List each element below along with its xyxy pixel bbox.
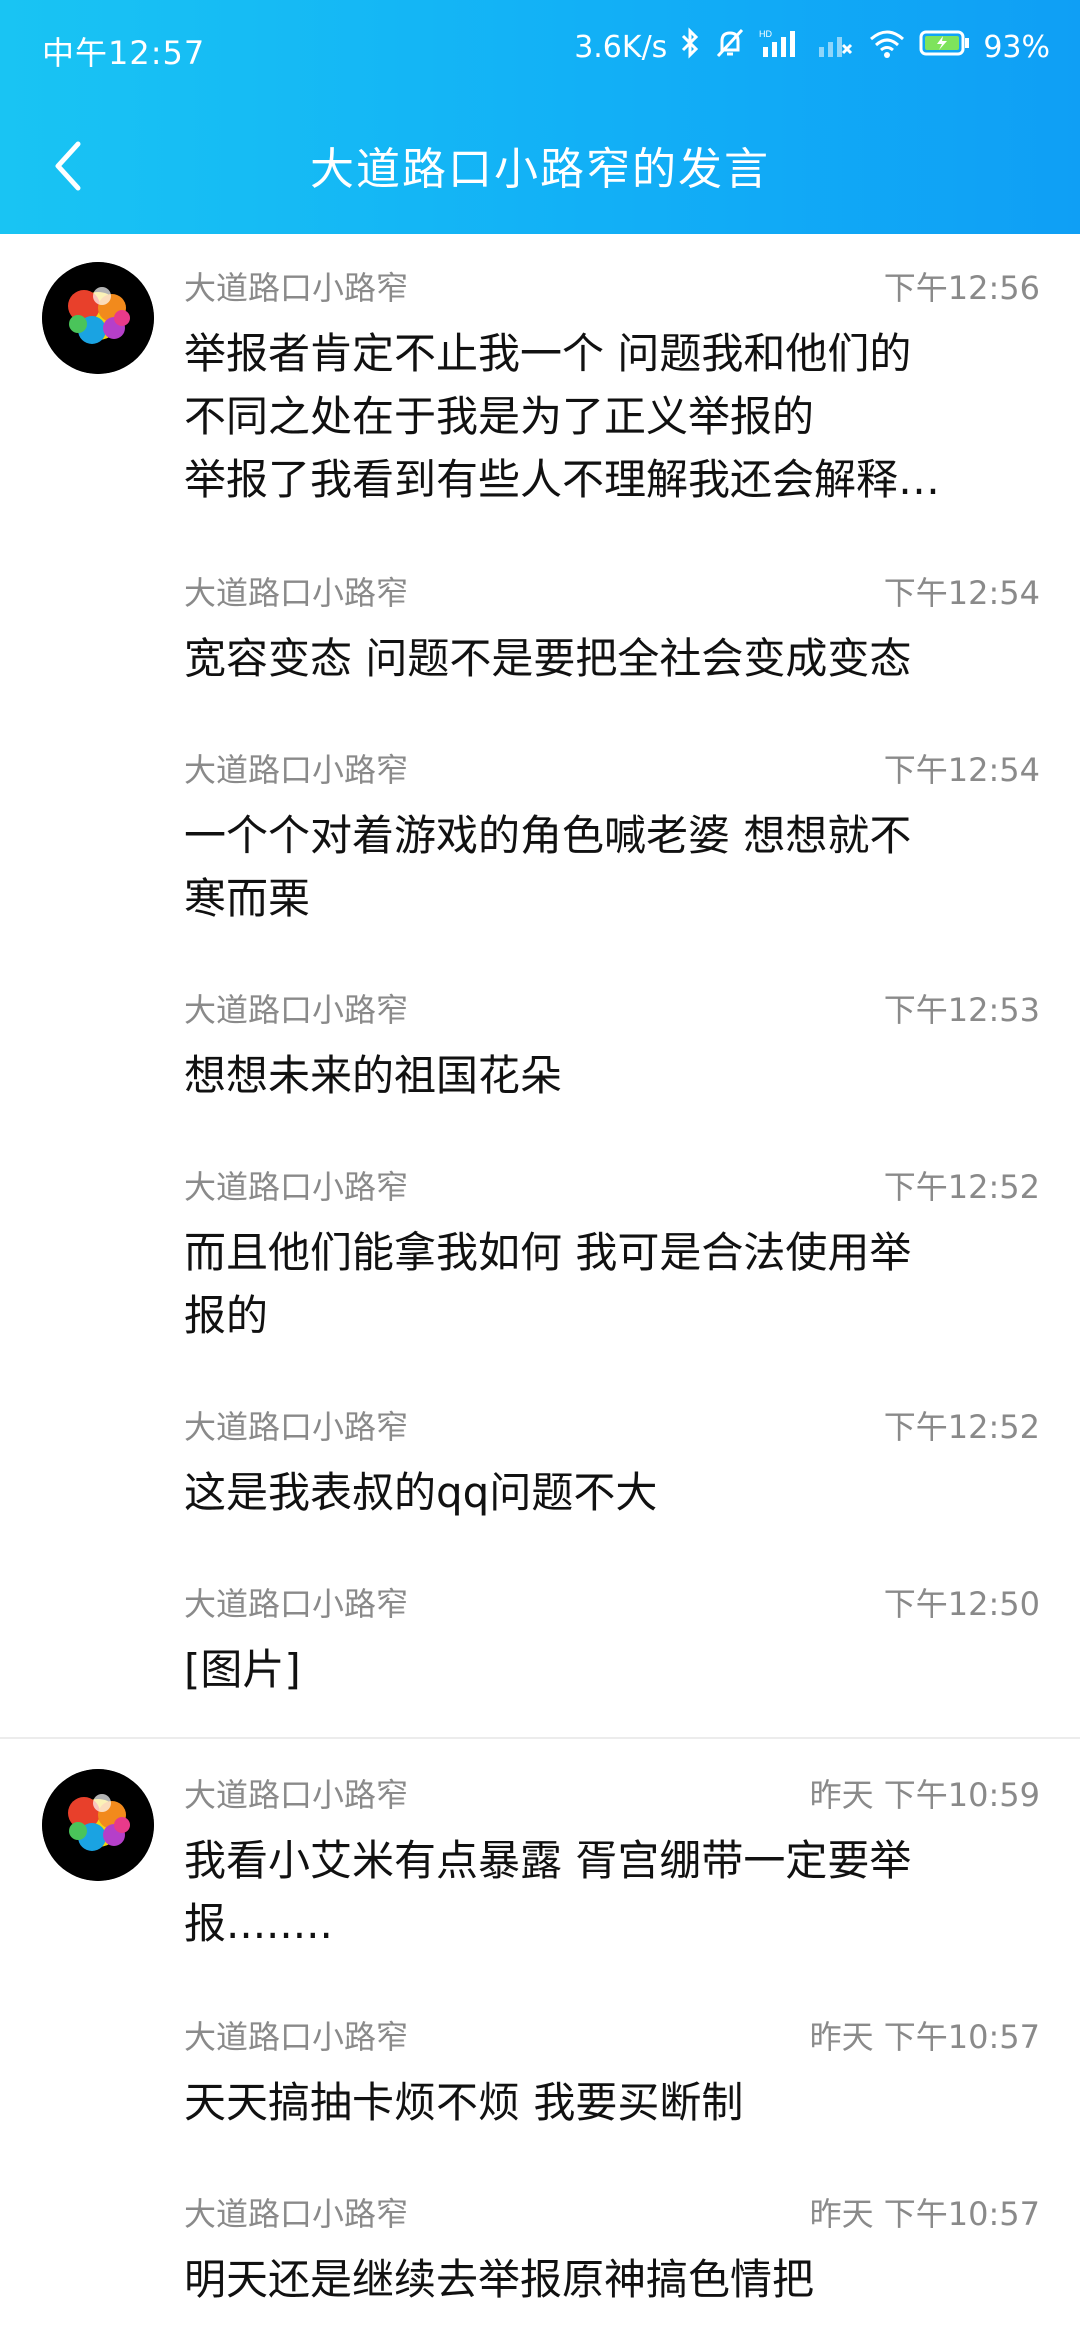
message-item[interactable]: 大道路口小路窄 下午12:52 而且他们能拿我如何 我可是合法使用举 报的	[184, 1157, 1040, 1347]
message-header: 大道路口小路窄 下午12:52	[184, 1157, 1040, 1213]
message-header: 大道路口小路窄 下午12:50	[184, 1574, 1040, 1630]
message-text: 而且他们能拿我如何 我可是合法使用举 报的	[184, 1228, 912, 1340]
status-icons: 3.6K/s HD 93%	[574, 26, 1050, 68]
message-time: 下午12:52	[883, 1408, 1040, 1446]
signal-off-icon	[815, 27, 855, 67]
message-list[interactable]: 大道路口小路窄 下午12:56 举报者肯定不止我一个 问题我和他们的 不同之处在于我…	[0, 234, 1080, 2311]
message-item[interactable]: 大道路口小路窄 下午12:50 [图片]	[184, 1574, 1040, 1701]
message-text: 举报者肯定不止我一个 问题我和他们的 不同之处在于我是为了正义举报的 举报了我看…	[184, 329, 941, 504]
message-group: 大道路口小路窄 下午12:56 举报者肯定不止我一个 问题我和他们的 不同之处在于我…	[0, 234, 1080, 1701]
avatar[interactable]	[42, 1769, 154, 1881]
title-bar: 大道路口小路窄的发言	[0, 110, 1080, 220]
message-text: 想想未来的祖国花朵	[184, 1051, 563, 1100]
message-author: 大道路口小路窄	[184, 1168, 409, 1206]
status-time: 中午12:57	[42, 34, 206, 72]
message-author: 大道路口小路窄	[184, 991, 409, 1029]
message-text: 宽容变态 问题不是要把全社会变成变态	[184, 634, 912, 683]
message-author: 大道路口小路窄	[184, 751, 409, 789]
message-text: 这是我表叔的qq问题不大	[184, 1468, 658, 1517]
message-text: 明天还是继续去举报原神搞色情把	[184, 2255, 815, 2304]
message-header: 大道路口小路窄 昨天 下午10:57	[184, 2184, 1040, 2240]
battery-percent: 93%	[983, 29, 1050, 65]
svg-text:HD: HD	[759, 29, 772, 39]
message-group: 大道路口小路窄 昨天 下午10:59 我看小艾米有点暴露 胥宫绷带一定要举 报...…	[0, 1739, 1080, 2311]
wifi-icon	[867, 27, 907, 67]
message-text: 我看小艾米有点暴露 胥宫绷带一定要举 报........	[184, 1836, 912, 1948]
hd-signal-icon: HD	[759, 27, 803, 67]
avatar[interactable]	[42, 262, 154, 374]
message-text: [图片]	[184, 1645, 301, 1694]
message-item[interactable]: 大道路口小路窄 下午12:54 一个个对着游戏的角色喊老婆 想想就不 寒而栗	[184, 740, 1040, 930]
message-author: 大道路口小路窄	[184, 1585, 409, 1623]
message-header: 大道路口小路窄 昨天 下午10:59	[184, 1765, 1040, 1821]
message-time: 昨天 下午10:59	[809, 1776, 1040, 1814]
message-header: 大道路口小路窄 下午12:56	[184, 258, 1040, 314]
message-author: 大道路口小路窄	[184, 1408, 409, 1446]
message-time: 下午12:50	[883, 1585, 1040, 1623]
message-item[interactable]: 大道路口小路窄 下午12:54 宽容变态 问题不是要把全社会变成变态	[184, 563, 1040, 690]
message-time: 下午12:56	[883, 269, 1040, 307]
message-time: 下午12:52	[883, 1168, 1040, 1206]
message-author: 大道路口小路窄	[184, 2018, 409, 2056]
message-time: 下午12:53	[883, 991, 1040, 1029]
message-item[interactable]: 大道路口小路窄 下午12:52 这是我表叔的qq问题不大	[184, 1397, 1040, 1524]
message-author: 大道路口小路窄	[184, 2195, 409, 2233]
message-author: 大道路口小路窄	[184, 1776, 409, 1814]
network-speed: 3.6K/s	[574, 29, 668, 65]
message-time: 昨天 下午10:57	[809, 2195, 1040, 2233]
message-author: 大道路口小路窄	[184, 269, 409, 307]
message-item[interactable]: 大道路口小路窄 昨天 下午10:57 天天搞抽卡烦不烦 我要买断制	[184, 2007, 1040, 2134]
message-header: 大道路口小路窄 下午12:52	[184, 1397, 1040, 1453]
message-time: 下午12:54	[883, 751, 1040, 789]
message-header: 大道路口小路窄 下午12:54	[184, 740, 1040, 796]
back-button[interactable]	[38, 136, 98, 196]
message-author: 大道路口小路窄	[184, 574, 409, 612]
message-text: 一个个对着游戏的角色喊老婆 想想就不 寒而栗	[184, 811, 912, 923]
status-bar: 中午12:57 3.6K/s HD 93%	[0, 0, 1080, 96]
bluetooth-icon	[679, 27, 701, 67]
message-item[interactable]: 大道路口小路窄 下午12:53 想想未来的祖国花朵	[184, 980, 1040, 1107]
header: 中午12:57 3.6K/s HD 93% 大道路口小路窄的发言	[0, 0, 1080, 234]
chevron-left-icon	[55, 141, 81, 191]
message-header: 大道路口小路窄 昨天 下午10:57	[184, 2007, 1040, 2063]
message-item[interactable]: 大道路口小路窄 昨天 下午10:59 我看小艾米有点暴露 胥宫绷带一定要举 报...…	[184, 1765, 1040, 1955]
message-header: 大道路口小路窄 下午12:54	[184, 563, 1040, 619]
message-item[interactable]: 大道路口小路窄 下午12:56 举报者肯定不止我一个 问题我和他们的 不同之处在于我…	[184, 258, 1040, 511]
message-time: 下午12:54	[883, 574, 1040, 612]
battery-charging-icon	[919, 28, 971, 66]
mute-bell-icon	[713, 26, 747, 68]
message-header: 大道路口小路窄 下午12:53	[184, 980, 1040, 1036]
page-title: 大道路口小路窄的发言	[310, 144, 770, 195]
message-time: 昨天 下午10:57	[809, 2018, 1040, 2056]
message-item[interactable]: 大道路口小路窄 昨天 下午10:57 明天还是继续去举报原神搞色情把	[184, 2184, 1040, 2311]
message-text: 天天搞抽卡烦不烦 我要买断制	[184, 2078, 744, 2127]
